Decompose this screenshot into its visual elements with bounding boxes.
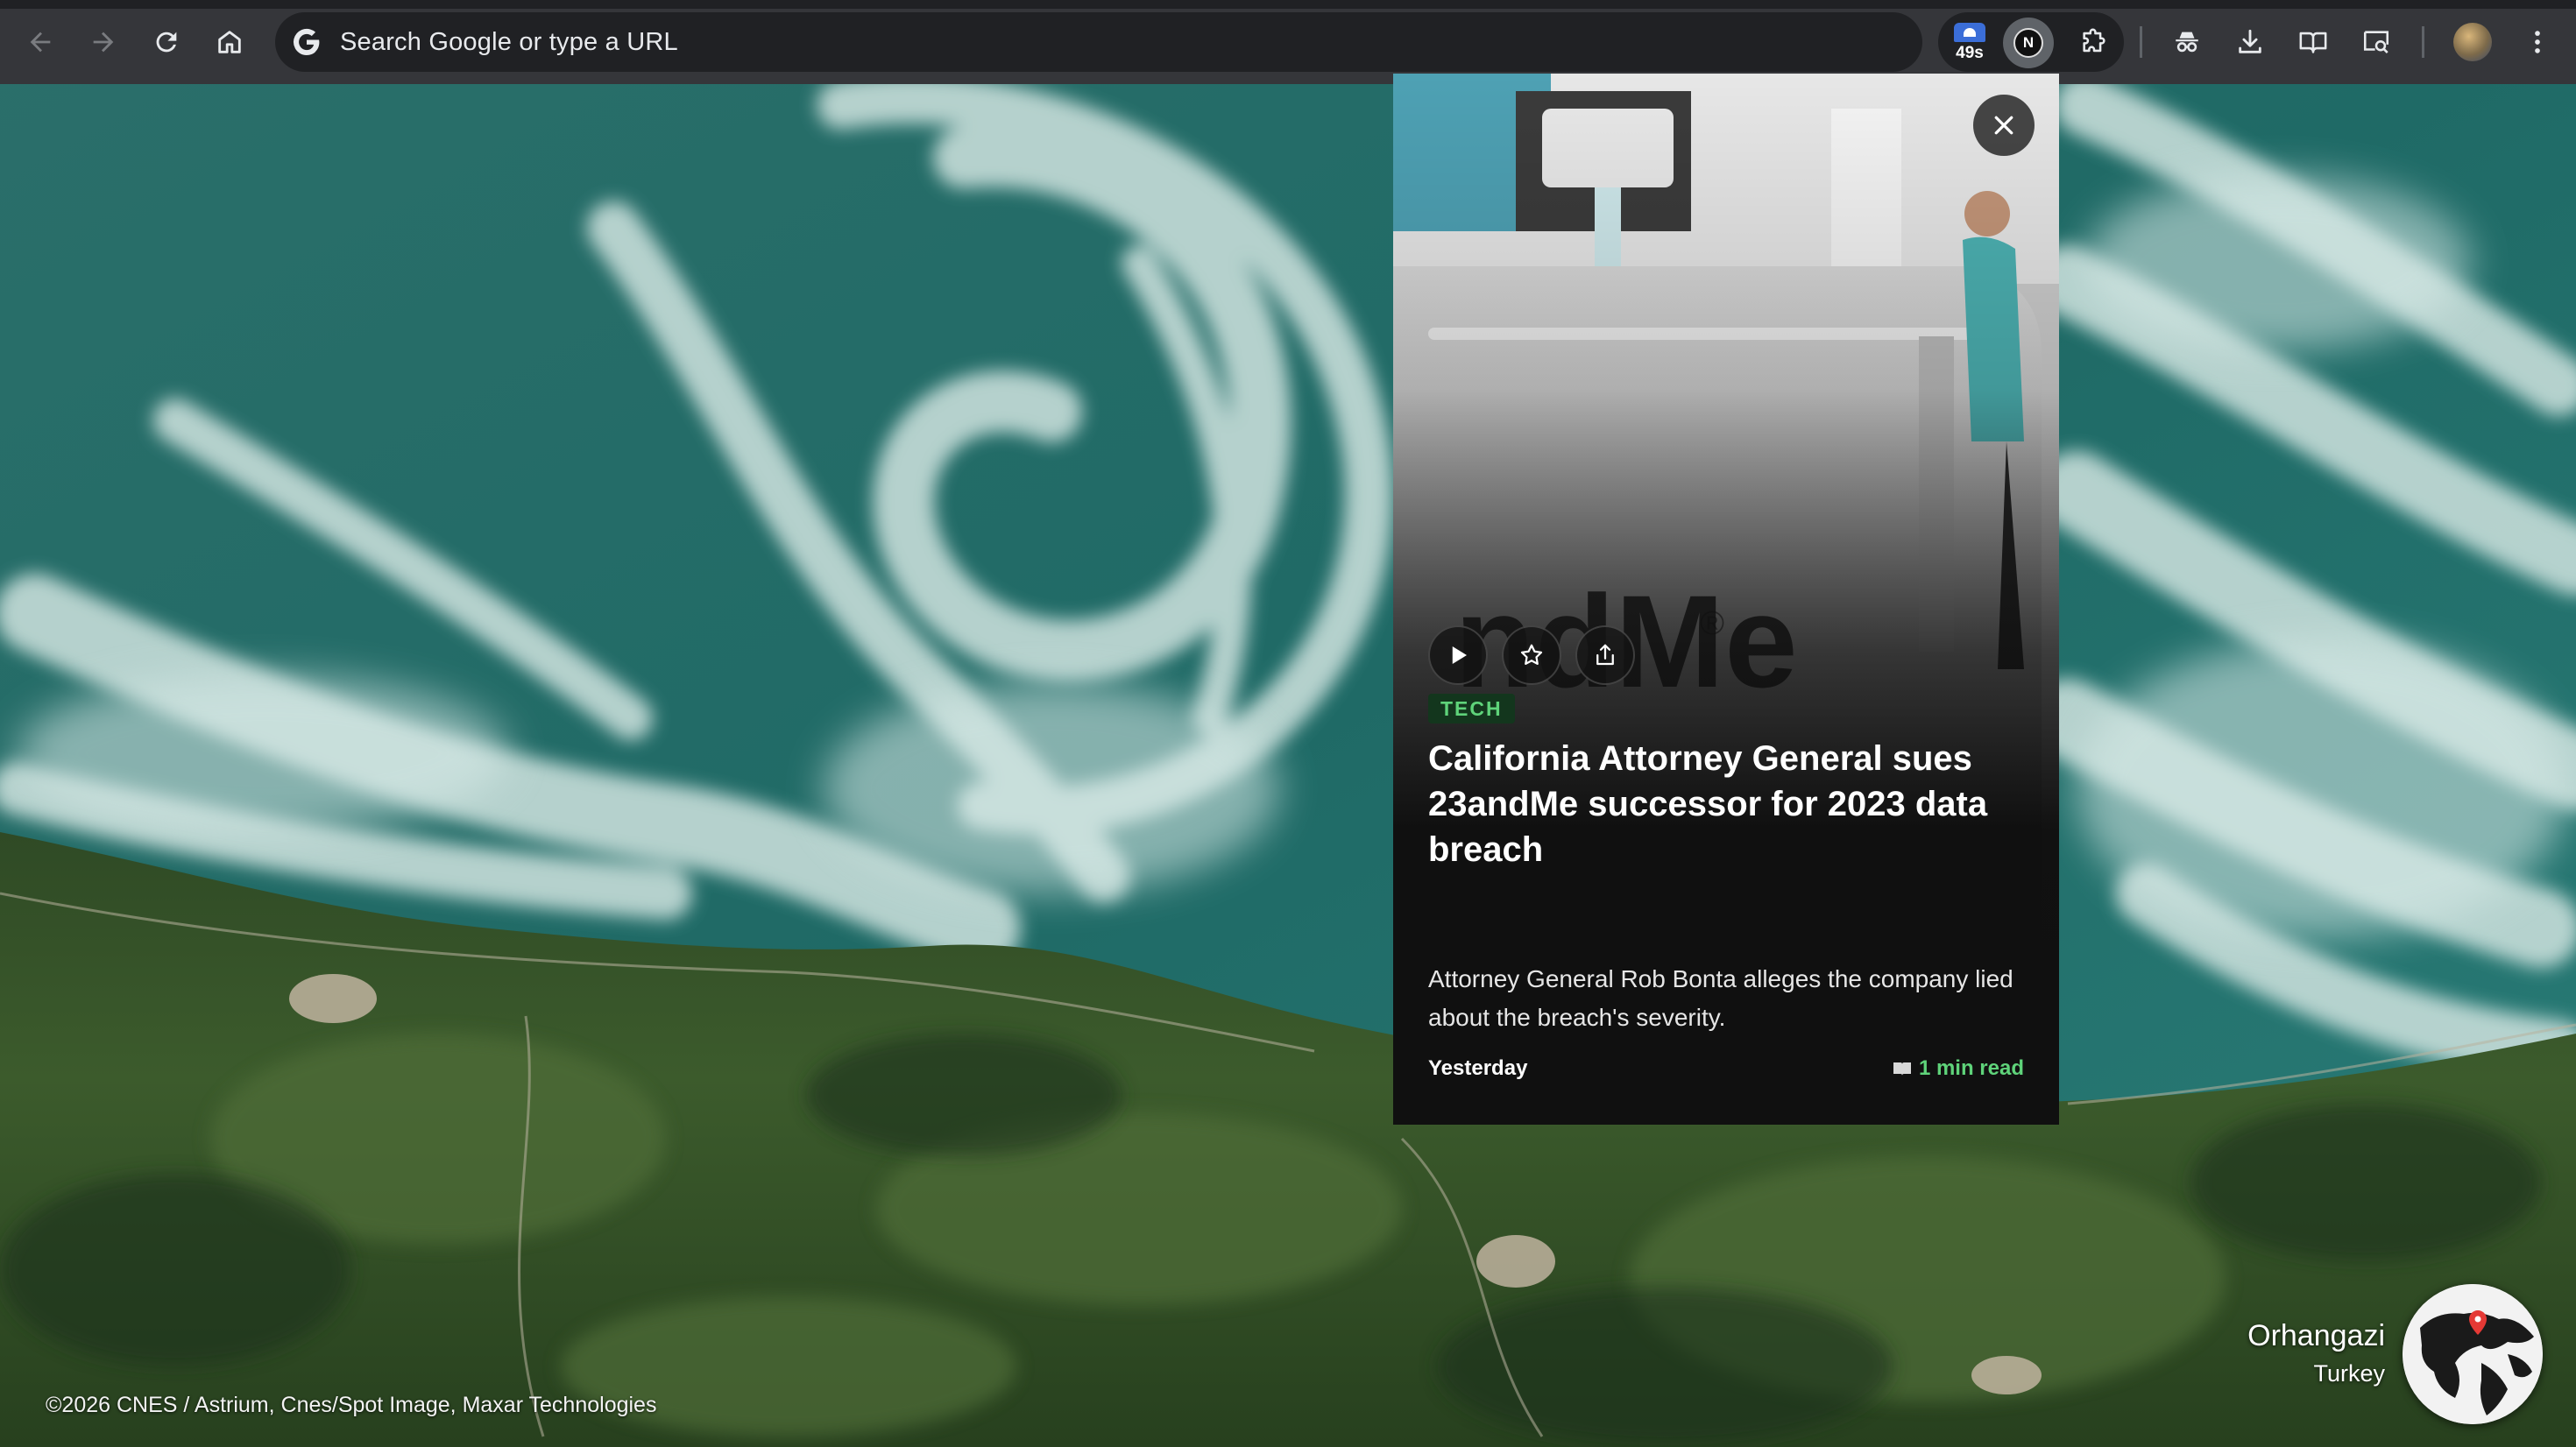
tab-search-button[interactable] xyxy=(2353,19,2399,65)
share-icon xyxy=(1596,644,1614,666)
read-time: 1 min read xyxy=(1893,1056,2024,1081)
favorite-button[interactable] xyxy=(1502,625,1561,685)
home-button[interactable] xyxy=(207,19,252,65)
tab-strip-edge xyxy=(0,0,2576,9)
home-icon xyxy=(218,31,241,53)
reload-button[interactable] xyxy=(144,19,189,65)
puzzle-extension-icon xyxy=(2083,28,2105,53)
card-actions xyxy=(1428,625,1635,685)
category-badge: TECH xyxy=(1428,694,1515,724)
kebab-menu-icon xyxy=(2535,31,2540,53)
globe-icon xyxy=(2403,1284,2543,1424)
tab-search-icon xyxy=(2363,31,2389,53)
toolbar-divider xyxy=(2422,26,2424,58)
weather-extension[interactable]: 49s xyxy=(1947,19,1992,68)
download-icon xyxy=(2239,29,2261,53)
play-icon xyxy=(1452,646,1467,664)
location-city: Orhangazi xyxy=(2247,1319,2385,1352)
n-extension-button[interactable]: N xyxy=(2003,18,2054,68)
article-date: Yesterday xyxy=(1428,1056,1528,1080)
extensions-button[interactable] xyxy=(2071,19,2117,65)
play-button[interactable] xyxy=(1428,625,1488,685)
read-time-label: 1 min read xyxy=(1918,1056,2024,1080)
location-label[interactable]: Orhangazi Turkey xyxy=(2247,1319,2385,1387)
omnibox[interactable]: Search Google or type a URL xyxy=(275,12,1922,72)
toolbar-divider xyxy=(2140,26,2142,58)
globe-map-button[interactable] xyxy=(2403,1284,2543,1424)
location-country: Turkey xyxy=(2313,1360,2385,1387)
incognito-icon xyxy=(2176,32,2198,53)
article-headline[interactable]: California Attorney General sues 23andMe… xyxy=(1428,736,2024,872)
reload-icon xyxy=(156,32,177,53)
profile-avatar[interactable] xyxy=(2453,23,2492,61)
forward-arrow-icon xyxy=(93,32,114,53)
google-g-icon xyxy=(287,23,326,61)
browser-toolbar: Search Google or type a URL 49s N xyxy=(0,0,2576,84)
reading-list-icon xyxy=(2299,32,2327,53)
book-icon xyxy=(1893,1062,1911,1076)
n-extension-badge: N xyxy=(2013,28,2043,58)
satellite-background xyxy=(0,0,2576,1447)
back-arrow-icon xyxy=(30,32,51,53)
incognito-button[interactable] xyxy=(2164,19,2210,65)
star-icon xyxy=(1520,644,1543,665)
chrome-menu-button[interactable] xyxy=(2515,19,2560,65)
close-button[interactable] xyxy=(1973,95,2035,156)
news-card[interactable]: ndMe ® TECH California Attorney General … xyxy=(1393,74,2059,1125)
close-icon xyxy=(1994,116,2013,135)
weather-temp: 49s xyxy=(1956,44,1984,62)
reading-list-button[interactable] xyxy=(2290,19,2336,65)
weather-icon xyxy=(1954,23,1985,42)
share-button[interactable] xyxy=(1575,625,1635,685)
back-button[interactable] xyxy=(18,19,63,65)
article-summary: Attorney General Rob Bonta alleges the c… xyxy=(1428,965,2013,1031)
omnibox-placeholder: Search Google or type a URL xyxy=(340,27,678,56)
imagery-attribution: ©2026 CNES / Astrium, Cnes/Spot Image, M… xyxy=(46,1393,657,1417)
forward-button[interactable] xyxy=(81,19,126,65)
downloads-button[interactable] xyxy=(2227,19,2273,65)
